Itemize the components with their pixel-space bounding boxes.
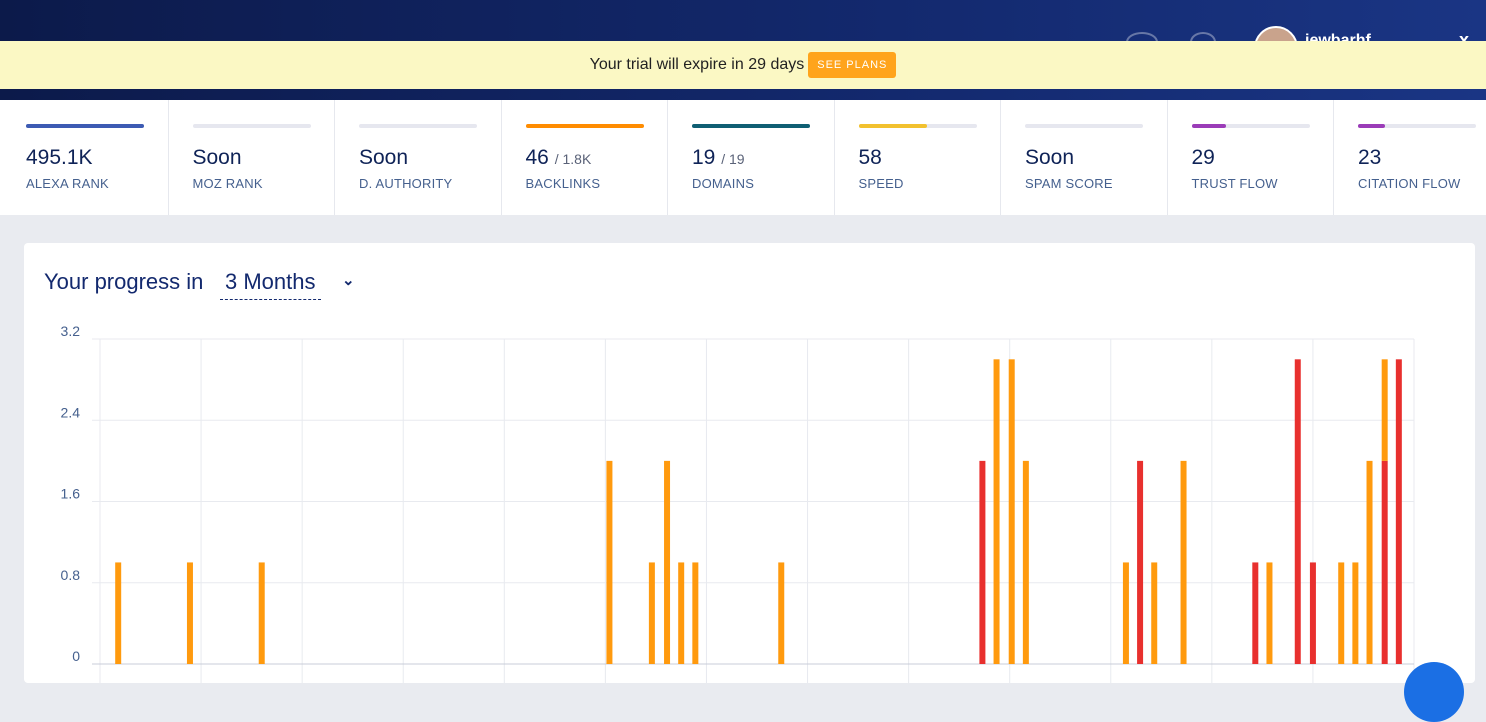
metric-value: Soon xyxy=(1025,146,1075,169)
metric-citation-flow[interactable]: 23 CITATION FLOW xyxy=(1334,100,1486,215)
trial-banner: Your trial will expire in 29 days SEE PL… xyxy=(0,41,1486,89)
y-tick-label: 0 xyxy=(72,648,80,664)
metric-bar xyxy=(692,124,810,128)
metric-domains[interactable]: 19 / 19 DOMAINS xyxy=(668,100,835,215)
chart-bar xyxy=(1266,562,1273,664)
chart-bar xyxy=(1381,359,1388,461)
metric-bar xyxy=(26,124,144,128)
chart-bar xyxy=(1180,460,1187,664)
y-tick-label: 0.8 xyxy=(61,567,81,583)
chart-bar xyxy=(258,562,265,664)
metric-bar xyxy=(1191,124,1310,128)
metric-value: 29 xyxy=(1191,146,1215,169)
chart-bar xyxy=(648,562,655,664)
metric-value: Soon xyxy=(192,146,242,169)
metric-bar xyxy=(1025,124,1143,128)
metric-backlinks[interactable]: 46 / 1.8K BACKLINKS xyxy=(502,100,668,215)
metric-trust-flow[interactable]: 29 TRUST FLOW xyxy=(1168,100,1334,215)
chart-bar xyxy=(1352,562,1359,664)
chart-bar xyxy=(115,562,122,664)
metric-domain-authority[interactable]: Soon D. AUTHORITY xyxy=(335,100,502,215)
metric-bar-fill xyxy=(26,124,144,128)
chart-bar xyxy=(1366,460,1373,664)
chart-bar xyxy=(1008,359,1015,664)
chart-bar xyxy=(1381,460,1388,664)
metric-label: TRUST FLOW xyxy=(1191,176,1278,191)
metric-label: SPEED xyxy=(858,176,904,191)
chart-bar xyxy=(186,562,193,664)
metric-value: 495.1K xyxy=(26,146,93,169)
chart-bar xyxy=(1252,562,1259,664)
chart-bar xyxy=(1122,562,1129,664)
chart-bar xyxy=(1137,460,1144,664)
metric-bar-fill xyxy=(1191,124,1226,128)
chart-bar xyxy=(1022,460,1029,664)
y-tick-label: 1.6 xyxy=(61,486,81,502)
metric-speed[interactable]: 58 SPEED xyxy=(835,100,1001,215)
chart-bar xyxy=(678,562,685,664)
metric-alexa-rank[interactable]: 495.1K ALEXA RANK xyxy=(2,100,169,215)
chart-bar xyxy=(606,460,613,664)
metric-moz-rank[interactable]: Soon MOZ RANK xyxy=(169,100,335,215)
chart-bar xyxy=(664,460,671,664)
metric-value: 23 xyxy=(1358,146,1382,169)
metric-label: CITATION FLOW xyxy=(1358,176,1461,191)
y-tick-label: 3.2 xyxy=(61,323,81,339)
metric-value: 58 xyxy=(858,146,882,169)
chart-bar xyxy=(979,460,986,664)
metric-sub-value: / 1.8K xyxy=(554,151,592,167)
metric-bar-fill xyxy=(858,124,927,128)
metric-spam-score[interactable]: Soon SPAM SCORE xyxy=(1001,100,1168,215)
metric-label: ALEXA RANK xyxy=(26,176,109,191)
chart-bar xyxy=(778,562,785,664)
chart-bar xyxy=(692,562,699,664)
metric-bar-fill xyxy=(525,124,644,128)
metric-label: SPAM SCORE xyxy=(1025,176,1113,191)
chart-bar xyxy=(1309,562,1316,664)
y-tick-label: 2.4 xyxy=(61,404,81,420)
metric-sub-value: / 19 xyxy=(721,151,745,167)
metric-label: BACKLINKS xyxy=(525,176,601,191)
progress-bar-chart: 3.2 2.4 1.6 0.8 0 xyxy=(61,323,1415,683)
metric-value: Soon xyxy=(359,146,409,169)
metric-bar xyxy=(525,124,644,128)
metric-value: 46 xyxy=(525,146,549,169)
chart-bar xyxy=(1294,359,1301,664)
metric-bar-fill xyxy=(692,124,810,128)
chat-button[interactable] xyxy=(1404,662,1464,722)
chart-bar xyxy=(1338,562,1345,664)
trial-message: Your trial will expire in 29 days xyxy=(589,56,805,73)
progress-card: Your progress in 3 Months ⌄ 3.2 2.4 1.6 0.8… xyxy=(24,243,1475,683)
metric-label: DOMAINS xyxy=(692,176,755,191)
metric-bar xyxy=(858,124,977,128)
metric-label: D. AUTHORITY xyxy=(359,176,453,191)
chart-bar xyxy=(993,359,1000,664)
metric-bar xyxy=(1358,124,1476,128)
see-plans-button[interactable]: SEE PLANS xyxy=(808,52,897,78)
metric-bar xyxy=(359,124,477,128)
metric-bar-fill xyxy=(1358,124,1386,128)
metrics-strip: 495.1K ALEXA RANK Soon MOZ RANK Soon D. … xyxy=(0,100,1486,215)
metric-value: 19 xyxy=(692,146,716,169)
metric-bar xyxy=(192,124,311,128)
metric-label: MOZ RANK xyxy=(192,176,263,191)
chart-bar xyxy=(1151,562,1158,664)
chart-bar xyxy=(1395,359,1402,664)
